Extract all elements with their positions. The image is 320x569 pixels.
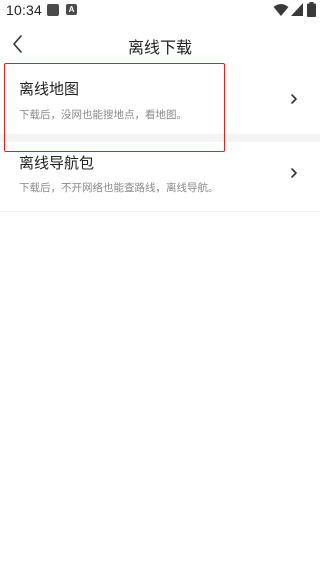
stop-icon <box>47 4 59 16</box>
a-icon: A <box>66 4 77 15</box>
status-bar: 10:34 A <box>0 0 320 24</box>
list-item-description: 下载后，不开网络也能查路线，离线导航。 <box>19 182 219 194</box>
status-time: 10:34 <box>6 2 43 18</box>
list-item-offline-nav-package[interactable]: 离线导航包 下载后，不开网络也能查路线，离线导航。 <box>0 143 320 213</box>
list-item-title: 离线导航包 <box>19 154 95 172</box>
list-item-description: 下载后，没网也能搜地点，看地图。 <box>19 109 187 121</box>
page-title: 离线下载 <box>127 38 192 57</box>
battery-icon <box>307 2 316 17</box>
wifi-icon <box>273 4 289 16</box>
section-divider <box>0 134 320 142</box>
signal-icon <box>291 3 303 16</box>
chevron-right-icon <box>291 168 297 178</box>
bottom-divider <box>0 211 320 212</box>
chevron-right-icon <box>291 94 297 104</box>
header: 离线下载 <box>0 26 320 62</box>
list-item-title: 离线地图 <box>19 80 80 98</box>
